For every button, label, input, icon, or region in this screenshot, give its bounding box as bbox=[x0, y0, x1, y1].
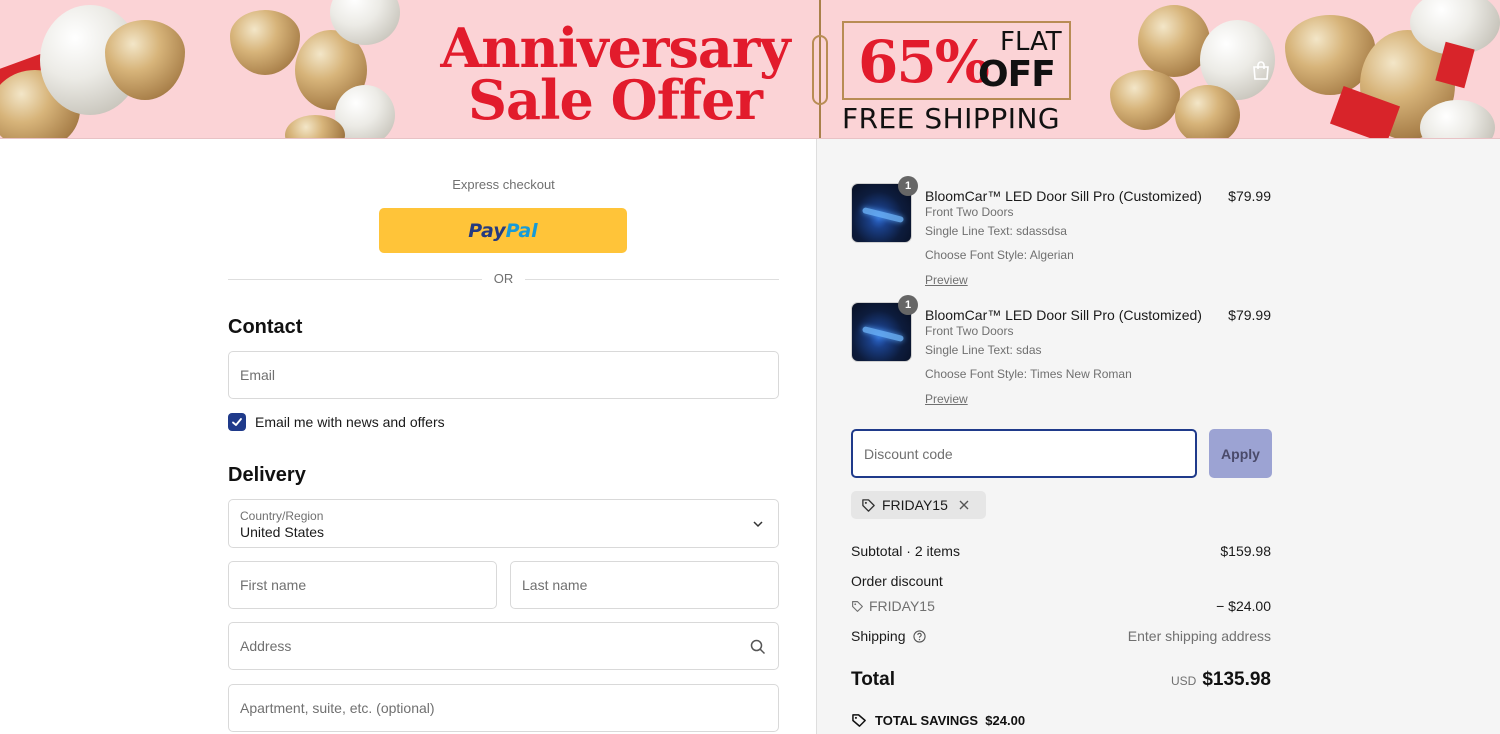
discount-code-label: FRIDAY15 bbox=[869, 598, 935, 614]
apartment-field[interactable] bbox=[228, 684, 779, 732]
divider-line bbox=[525, 279, 779, 280]
subtotal-value: $159.98 bbox=[1220, 543, 1271, 559]
delivery-title: Delivery bbox=[228, 464, 306, 486]
shopping-bag-icon[interactable] bbox=[1250, 60, 1272, 82]
free-shipping-text: FREE SHIPPING bbox=[842, 102, 1061, 135]
discount-detail-row: FRIDAY15 − $24.00 bbox=[851, 598, 1271, 614]
total-savings: TOTAL SAVINGS $24.00 bbox=[851, 713, 1025, 728]
balloon-decoration bbox=[1110, 70, 1180, 130]
item-font-style: Choose Font Style: Times New Roman bbox=[925, 367, 1132, 381]
email-field[interactable] bbox=[228, 351, 779, 399]
item-line-text: Single Line Text: sdas bbox=[925, 343, 1042, 357]
item-price: $79.99 bbox=[1228, 307, 1271, 323]
subtotal-label: Subtotal · 2 items bbox=[851, 543, 960, 559]
total-label: Total bbox=[851, 669, 895, 690]
cart-item: 1 BloomCar™ LED Door Sill Pro (Customize… bbox=[851, 176, 1271, 293]
total-value: $135.98 bbox=[1202, 669, 1271, 690]
item-line-text: Single Line Text: sdassdsa bbox=[925, 224, 1067, 238]
country-select[interactable]: Country/Region United States bbox=[228, 499, 779, 548]
offer-box: 65% FLAT OFF bbox=[842, 21, 1071, 100]
apply-discount-button[interactable]: Apply bbox=[1209, 429, 1272, 478]
item-variant: Front Two Doors bbox=[925, 324, 1014, 338]
savings-value: $24.00 bbox=[985, 713, 1026, 728]
address-field[interactable] bbox=[228, 622, 779, 670]
paypal-logo-part2: Pal bbox=[505, 219, 538, 242]
last-name-field[interactable] bbox=[510, 561, 779, 609]
applied-discount-code: FRIDAY15 bbox=[882, 497, 948, 513]
checkmark-icon bbox=[232, 418, 242, 426]
shipping-label: Shipping bbox=[851, 628, 906, 644]
first-name-field[interactable] bbox=[228, 561, 497, 609]
total-value-group: USD $135.98 bbox=[1071, 669, 1271, 691]
newsletter-option[interactable]: Email me with news and offers bbox=[228, 413, 445, 431]
offer-flat: FLAT bbox=[1000, 27, 1062, 57]
order-summary: 1 BloomCar™ LED Door Sill Pro (Customize… bbox=[816, 139, 1500, 734]
discount-code-field[interactable] bbox=[851, 429, 1197, 478]
checkout-form: Express checkout Pay Pal OR Contact Email… bbox=[0, 139, 816, 734]
ornament-decoration bbox=[812, 35, 828, 105]
email-input[interactable] bbox=[229, 352, 778, 398]
banner-title-line1: Anniversary bbox=[440, 16, 790, 80]
subtotal-row: Subtotal · 2 items $159.98 bbox=[851, 543, 1271, 559]
item-price: $79.99 bbox=[1228, 188, 1271, 204]
last-name-input[interactable] bbox=[511, 562, 778, 608]
balloon-decoration bbox=[1175, 85, 1240, 138]
country-value: United States bbox=[240, 524, 325, 540]
item-variant: Front Two Doors bbox=[925, 205, 1014, 219]
first-name-input[interactable] bbox=[229, 562, 496, 608]
help-icon[interactable] bbox=[913, 630, 927, 643]
contact-title: Contact bbox=[228, 316, 303, 338]
preview-link[interactable]: Preview bbox=[925, 273, 968, 287]
balloon-decoration bbox=[1138, 5, 1210, 77]
paypal-logo-part1: Pay bbox=[468, 219, 506, 242]
paypal-button[interactable]: Pay Pal bbox=[379, 208, 627, 253]
shipping-value: Enter shipping address bbox=[1127, 628, 1271, 644]
or-divider: OR bbox=[228, 271, 779, 289]
savings-label: TOTAL SAVINGS bbox=[875, 713, 979, 728]
quantity-badge: 1 bbox=[898, 295, 918, 315]
newsletter-label: Email me with news and offers bbox=[255, 414, 445, 430]
savings-tag-icon bbox=[852, 714, 866, 727]
address-input[interactable] bbox=[229, 623, 778, 669]
newsletter-checkbox[interactable] bbox=[228, 413, 246, 431]
tag-icon bbox=[862, 498, 875, 512]
promo-banner[interactable]: Anniversary Sale Offer 65% FLAT OFF FREE… bbox=[0, 0, 1500, 139]
offer-percent: 65% bbox=[858, 28, 990, 96]
discount-code-input[interactable] bbox=[853, 431, 1195, 476]
balloon-decoration bbox=[230, 10, 300, 75]
item-font-style: Choose Font Style: Algerian bbox=[925, 248, 1074, 262]
discount-value: − $24.00 bbox=[1216, 598, 1271, 614]
chevron-down-icon bbox=[753, 521, 763, 528]
quantity-badge: 1 bbox=[898, 176, 918, 196]
close-icon[interactable] bbox=[958, 499, 970, 511]
shipping-row: Shipping Enter shipping address bbox=[851, 628, 1271, 644]
order-discount-row: Order discount bbox=[851, 573, 1271, 589]
offer-off: OFF bbox=[978, 54, 1056, 95]
banner-title-line2: Sale Offer bbox=[468, 68, 763, 132]
banner-title: Anniversary Sale Offer bbox=[430, 16, 800, 132]
apartment-input[interactable] bbox=[229, 685, 778, 731]
country-label: Country/Region bbox=[240, 509, 324, 523]
preview-link[interactable]: Preview bbox=[925, 392, 968, 406]
cart-item: 1 BloomCar™ LED Door Sill Pro (Customize… bbox=[851, 295, 1271, 412]
tag-icon bbox=[852, 601, 863, 612]
total-currency: USD bbox=[1170, 674, 1197, 688]
applied-discount-chip: FRIDAY15 bbox=[851, 491, 986, 519]
express-checkout-label: Express checkout bbox=[452, 177, 555, 192]
order-discount-label: Order discount bbox=[851, 573, 943, 589]
search-icon[interactable] bbox=[750, 639, 766, 655]
